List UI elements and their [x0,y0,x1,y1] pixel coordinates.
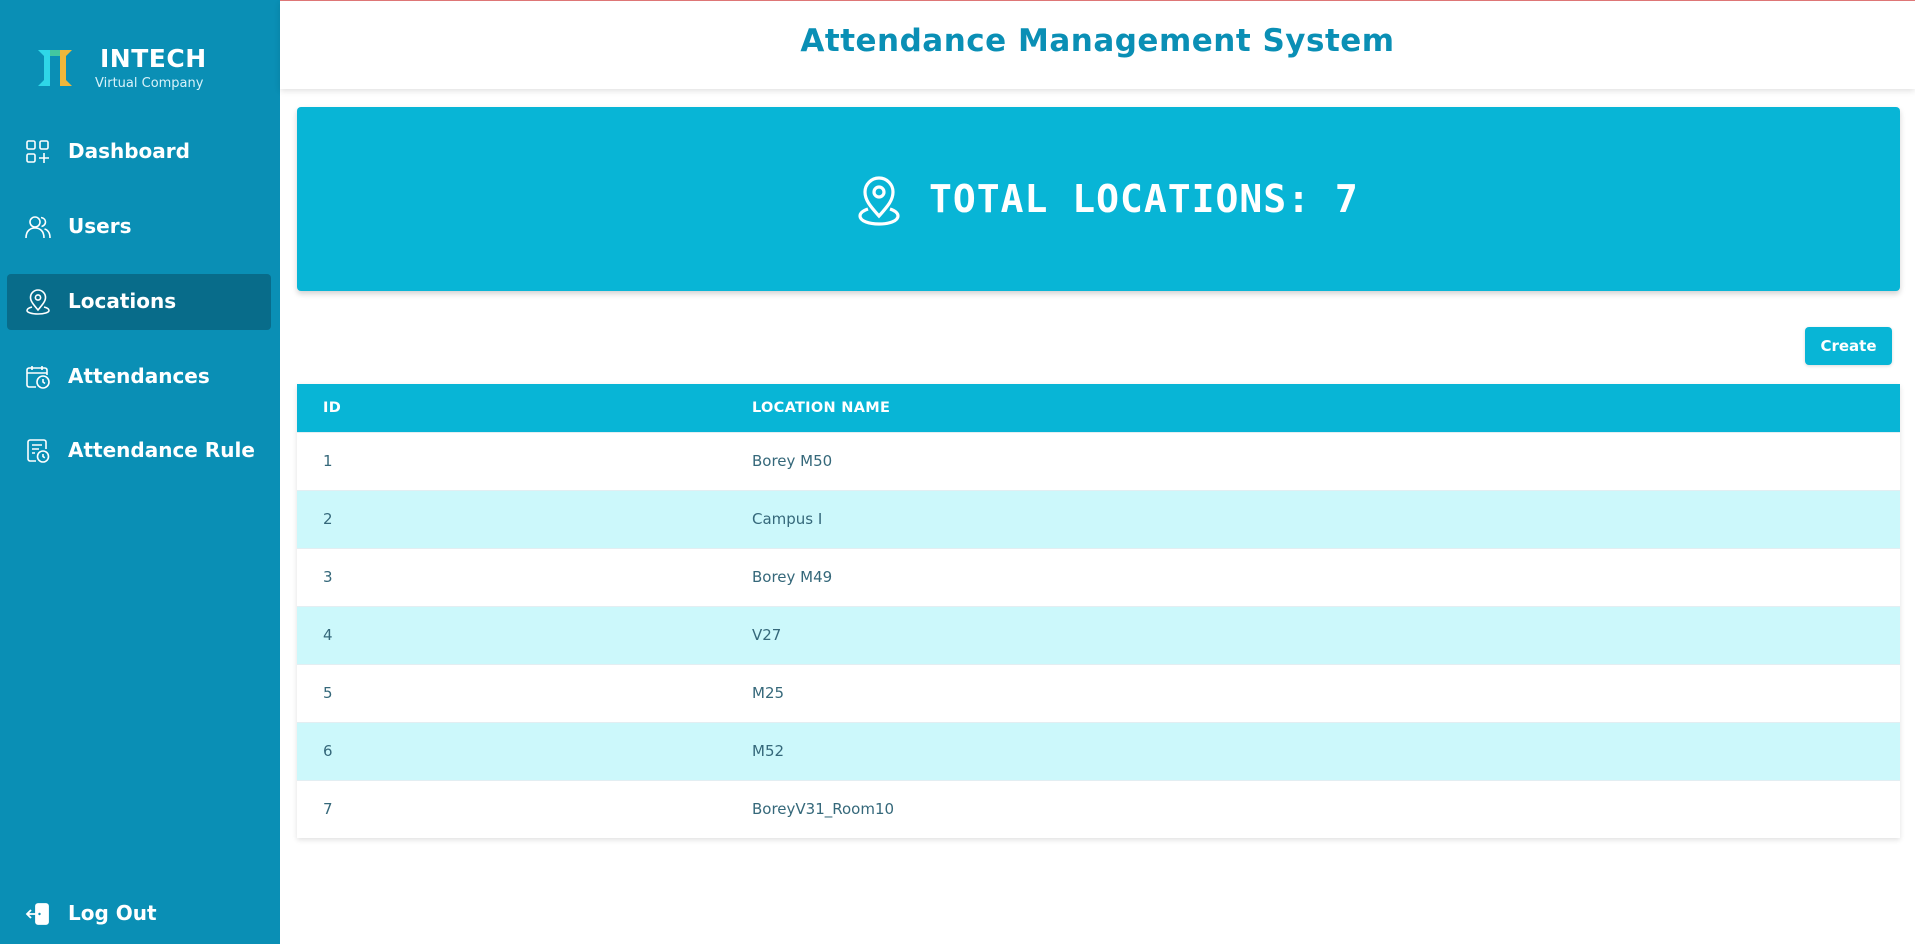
intech-logo-icon [38,50,72,86]
location-pin-icon [26,289,50,315]
cell-location-name: Campus I [752,510,823,528]
logout-button[interactable]: Log Out [7,886,271,942]
logout-label: Log Out [68,901,157,925]
sidebar-item-locations[interactable]: Locations [7,274,271,330]
create-button[interactable]: Create [1805,327,1892,365]
table-row[interactable]: 5 M25 [297,664,1900,722]
location-pin-icon [858,176,900,226]
calendar-clock-icon [26,366,50,389]
sidebar-item-label: Attendance Rule [68,438,255,462]
cell-id: 7 [323,800,333,818]
table-row[interactable]: 7 BoreyV31_Room10 [297,780,1900,838]
cell-location-name: Borey M49 [752,568,833,586]
cell-id: 1 [323,452,333,470]
users-icon [25,216,51,239]
page-title: Attendance Management System [800,23,1395,59]
sidebar-item-users[interactable]: Users [7,199,271,255]
table-row[interactable]: 6 M52 [297,722,1900,780]
cell-id: 2 [323,510,333,528]
cell-location-name: BoreyV31_Room10 [752,800,895,818]
total-locations-text: TOTAL LOCATIONS: 7 [929,177,1359,221]
sidebar-item-attendance-rule[interactable]: Attendance Rule [7,423,271,479]
table-row[interactable]: 4 V27 [297,606,1900,664]
table-row[interactable]: 3 Borey M49 [297,548,1900,606]
cell-id: 4 [323,626,333,644]
table-row[interactable]: 1 Borey M50 [297,432,1900,490]
page-header: Attendance Management System [280,1,1915,89]
sidebar-item-attendances[interactable]: Attendances [7,349,271,405]
dashboard-grid-icon [26,140,49,163]
brand-name: INTECH [100,44,207,73]
cell-location-name: V27 [752,626,782,644]
sidebar: INTECH Virtual Company Dashboard Users L… [0,0,280,944]
cell-location-name: Borey M50 [752,452,833,470]
total-locations-banner: TOTAL LOCATIONS: 7 [297,107,1900,291]
locations-table: ID LOCATION NAME 1 Borey M50 2 Campus I … [297,384,1900,838]
sidebar-item-label: Locations [68,289,177,313]
logout-icon [25,903,49,925]
brand[interactable]: INTECH Virtual Company [36,44,266,94]
brand-subtitle: Virtual Company [95,76,204,91]
sidebar-item-label: Users [68,214,132,238]
cell-id: 5 [323,684,333,702]
column-header-location-name[interactable]: LOCATION NAME [752,400,890,416]
cell-location-name: M52 [752,742,785,760]
sidebar-item-label: Attendances [68,364,210,388]
cell-id: 3 [323,568,333,586]
table-row[interactable]: 2 Campus I [297,490,1900,548]
sidebar-item-label: Dashboard [68,139,190,163]
column-header-id[interactable]: ID [323,400,341,416]
cell-location-name: M25 [752,684,785,702]
document-clock-icon [27,439,50,463]
cell-id: 6 [323,742,333,760]
table-header: ID LOCATION NAME [297,384,1900,432]
sidebar-item-dashboard[interactable]: Dashboard [7,124,271,180]
